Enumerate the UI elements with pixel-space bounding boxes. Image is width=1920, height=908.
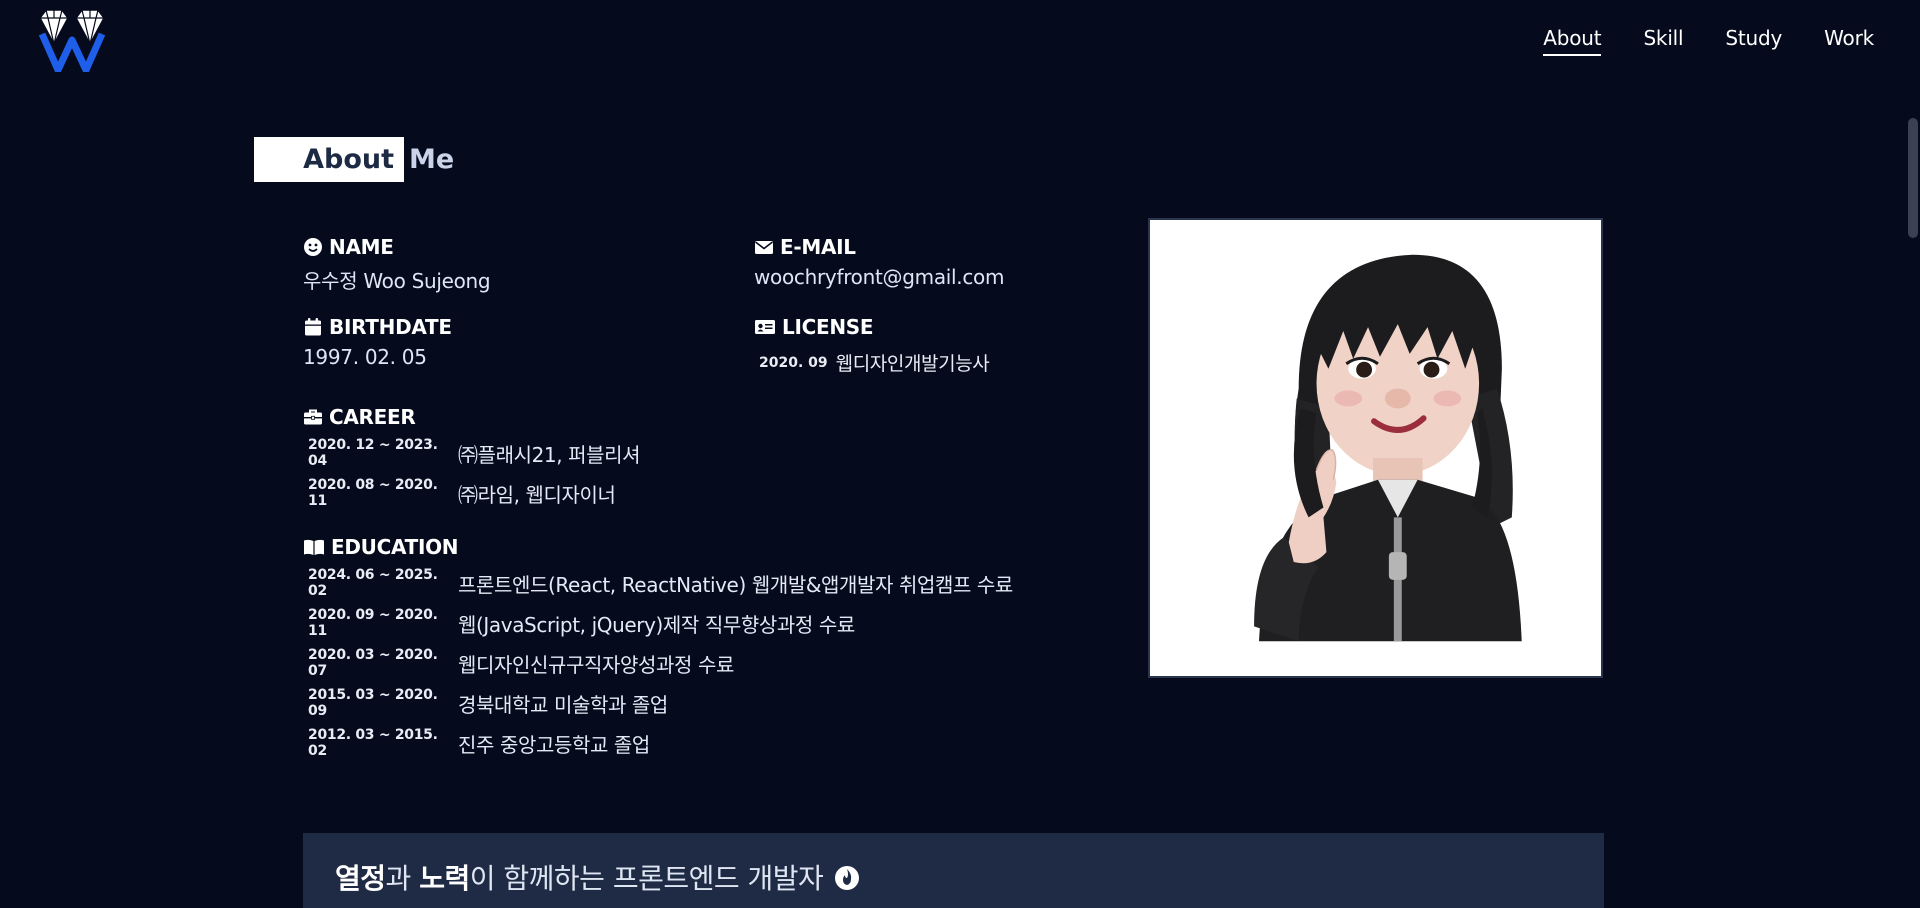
section-title-rest: Me (409, 144, 455, 175)
scrollbar[interactable] (1906, 0, 1920, 908)
birthdate-block: BIRTHDATE 1997. 02. 05 (303, 315, 452, 369)
license-block: LICENSE 2020. 09 웹디자인개발기능사 (754, 315, 990, 376)
license-row: 2020. 09 웹디자인개발기능사 (754, 349, 990, 376)
profile-photo (1148, 218, 1603, 678)
education-list: 2024. 06 ~ 2025. 02 프론트엔드(React, ReactNa… (303, 563, 1013, 763)
license-label: LICENSE (754, 315, 989, 339)
id-card-icon (755, 320, 775, 334)
main-nav: About Skill Study Work (1543, 26, 1874, 56)
email-label: E-MAIL (754, 235, 1004, 259)
list-item: 2015. 03 ~ 2020. 09 경북대학교 미술학과 졸업 (303, 683, 1013, 723)
name-block: NAME 우수정 Woo Sujeong (303, 235, 491, 294)
license-date: 2020. 09 (759, 354, 828, 371)
education-desc: 웹디자인신규구직자양성과정 수료 (458, 652, 734, 677)
tagline-text: 열정 과 노력 이 함께하는 프론트엔드 개발자 (335, 857, 861, 897)
envelope-icon (755, 241, 773, 254)
nav-study[interactable]: Study (1725, 26, 1782, 56)
education-date: 2020. 09 ~ 2020. 11 (308, 607, 438, 639)
name-label: NAME (303, 235, 490, 259)
smile-icon (304, 238, 322, 256)
name-value: 우수정 Woo Sujeong (303, 269, 491, 293)
tagline-banner: 열정 과 노력 이 함께하는 프론트엔드 개발자 (303, 833, 1604, 908)
avatar (1254, 254, 1522, 642)
tagline-part1: 과 (385, 862, 420, 895)
briefcase-icon (304, 409, 322, 425)
list-item: 2020. 12 ~ 2023. 04 ㈜플래시21, 퍼블리셔 (303, 433, 641, 473)
fire-icon (835, 866, 860, 890)
email-label-text: E-MAIL (780, 235, 856, 259)
career-desc: ㈜플래시21, 퍼블리셔 (458, 442, 641, 467)
education-block: EDUCATION 2024. 06 ~ 2025. 02 프론트엔드(Reac… (303, 535, 1013, 763)
education-desc: 진주 중앙고등학교 졸업 (458, 732, 650, 757)
logo-icon[interactable] (36, 4, 108, 74)
education-date: 2024. 06 ~ 2025. 02 (308, 567, 438, 599)
education-label-text: EDUCATION (331, 535, 459, 559)
list-item: 2012. 03 ~ 2015. 02 진주 중앙고등학교 졸업 (303, 723, 1013, 763)
book-icon (304, 539, 324, 555)
education-label: EDUCATION (303, 535, 1013, 559)
list-item: 2024. 06 ~ 2025. 02 프론트엔드(React, ReactNa… (303, 563, 1013, 603)
scrollbar-thumb[interactable] (1908, 118, 1918, 238)
tagline-part2: 이 함께하는 프론트엔드 개발자 (469, 862, 824, 895)
list-item: 2020. 08 ~ 2020. 11 ㈜라임, 웹디자이너 (303, 473, 640, 513)
license-value: 웹디자인개발기능사 (835, 353, 990, 375)
email-block: E-MAIL woochryfront@gmail.com (754, 235, 1004, 289)
education-date: 2012. 03 ~ 2015. 02 (308, 727, 438, 759)
career-date: 2020. 12 ~ 2023. 04 (308, 437, 438, 469)
license-label-text: LICENSE (782, 315, 874, 339)
nav-about[interactable]: About (1543, 26, 1602, 56)
career-desc: ㈜라임, 웹디자이너 (458, 482, 616, 507)
section-title: About Me (254, 137, 454, 182)
list-item: 2020. 09 ~ 2020. 11 웹(JavaScript, jQuery… (303, 603, 1013, 643)
education-date: 2020. 03 ~ 2020. 07 (308, 647, 438, 679)
education-desc: 경북대학교 미술학과 졸업 (458, 692, 668, 717)
career-block: CAREER 2020. 12 ~ 2023. 04 ㈜플래시21, 퍼블리셔 … (303, 405, 641, 513)
birthdate-value: 1997. 02. 05 (303, 345, 427, 369)
education-date: 2015. 03 ~ 2020. 09 (308, 687, 438, 719)
career-label-text: CAREER (329, 405, 416, 429)
career-list: 2020. 12 ~ 2023. 04 ㈜플래시21, 퍼블리셔 2020. 0… (303, 433, 641, 513)
tagline-word-effort: 노력 (419, 862, 470, 895)
name-label-text: NAME (329, 235, 394, 259)
birthdate-label: BIRTHDATE (303, 315, 452, 339)
education-desc: 웹(JavaScript, jQuery)제작 직무향상과정 수료 (458, 612, 855, 637)
nav-skill[interactable]: Skill (1643, 26, 1683, 56)
nav-work[interactable]: Work (1824, 26, 1874, 56)
section-title-highlight: About (254, 137, 404, 182)
calendar-icon (305, 318, 321, 336)
birthdate-label-text: BIRTHDATE (329, 315, 452, 339)
career-label: CAREER (303, 405, 640, 429)
tagline-word-passion: 열정 (335, 862, 386, 895)
email-value[interactable]: woochryfront@gmail.com (754, 265, 1004, 289)
list-item: 2020. 03 ~ 2020. 07 웹디자인신규구직자양성과정 수료 (303, 643, 1013, 683)
education-desc: 프론트엔드(React, ReactNative) 웹개발&앱개발자 취업캠프 … (458, 572, 1013, 597)
career-date: 2020. 08 ~ 2020. 11 (308, 477, 438, 509)
